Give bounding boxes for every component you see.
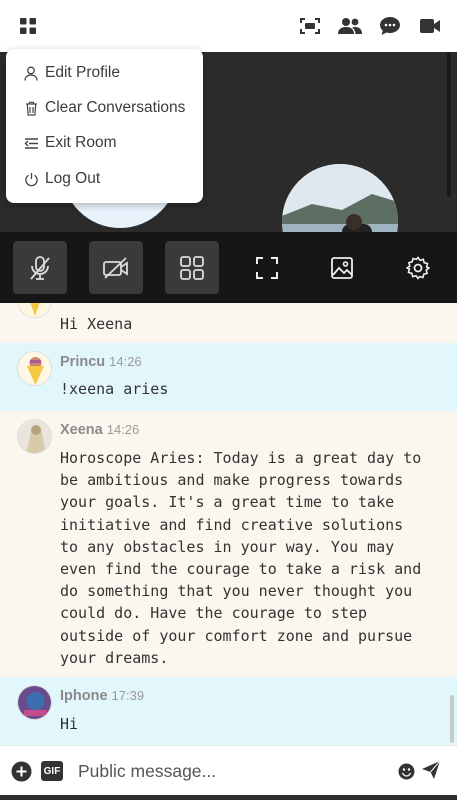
chat-message: Xeena 14:26 Horoscope Aries: Today is a g… xyxy=(0,411,457,677)
chat-message: Iphone 17:39 Hi xyxy=(0,677,457,745)
add-icon[interactable] xyxy=(11,761,32,782)
emoji-icon[interactable] xyxy=(398,763,415,780)
exit-icon xyxy=(23,135,39,151)
avatar[interactable] xyxy=(17,419,52,454)
users-icon[interactable] xyxy=(336,12,364,40)
menu-item-label: Exit Room xyxy=(45,134,117,151)
room-menu: Edit Profile Clear Conversations Exit Ro… xyxy=(6,49,203,203)
image-icon[interactable] xyxy=(315,241,369,294)
screen-bottom-edge xyxy=(0,795,457,800)
power-icon xyxy=(23,171,39,187)
message-text: Hi Xeena xyxy=(60,315,133,333)
media-controls xyxy=(0,232,457,303)
message-time: 17:39 xyxy=(111,688,145,703)
chat-message: Hi Xeena xyxy=(0,303,457,343)
chat-scrollbar[interactable] xyxy=(450,695,454,743)
menu-item-log-out[interactable]: Log Out xyxy=(6,162,203,196)
message-text: !xeena aries xyxy=(60,380,169,398)
camera-off-icon[interactable] xyxy=(89,241,143,294)
menu-item-label: Edit Profile xyxy=(45,64,120,81)
message-author: Princu 14:26 xyxy=(60,354,142,370)
message-text: Horoscope Aries: Today is a great day to… xyxy=(60,449,422,667)
mic-off-icon[interactable] xyxy=(13,241,67,294)
message-time: 14:26 xyxy=(109,354,142,369)
send-icon[interactable] xyxy=(421,760,441,780)
grid-icon[interactable] xyxy=(14,12,42,40)
menu-item-label: Log Out xyxy=(45,170,101,187)
avatar[interactable] xyxy=(17,351,52,386)
user-icon xyxy=(23,65,39,81)
public-message-input[interactable] xyxy=(78,758,378,784)
layout-grid-icon[interactable] xyxy=(165,241,219,294)
gif-button[interactable]: GIF xyxy=(41,761,63,781)
avatar[interactable] xyxy=(17,303,52,318)
menu-item-clear-conversations[interactable]: Clear Conversations xyxy=(6,91,203,125)
avatar[interactable] xyxy=(17,685,52,720)
fullscreen-icon[interactable] xyxy=(240,241,294,294)
message-time: 14:26 xyxy=(106,422,140,437)
message-input-bar: GIF xyxy=(0,745,457,795)
menu-item-edit-profile[interactable]: Edit Profile xyxy=(6,56,203,90)
menu-item-exit-room[interactable]: Exit Room xyxy=(6,126,203,160)
settings-icon[interactable] xyxy=(391,241,445,294)
video-icon[interactable] xyxy=(416,12,444,40)
chat-messages[interactable]: Hi Xeena Princu 14:26 !xeena aries Xeena 1… xyxy=(0,303,457,745)
message-text: Hi xyxy=(60,715,79,733)
video-scrollbar[interactable] xyxy=(447,52,451,197)
message-author: Iphone 17:39 xyxy=(60,688,145,704)
top-bar xyxy=(0,0,457,52)
trash-icon xyxy=(23,100,39,116)
menu-item-label: Clear Conversations xyxy=(45,99,186,116)
chat-message: Princu 14:26 !xeena aries xyxy=(0,343,457,411)
message-author: Xeena 14:26 xyxy=(60,422,140,438)
screen-icon[interactable] xyxy=(296,12,324,40)
chat-icon[interactable] xyxy=(376,12,404,40)
